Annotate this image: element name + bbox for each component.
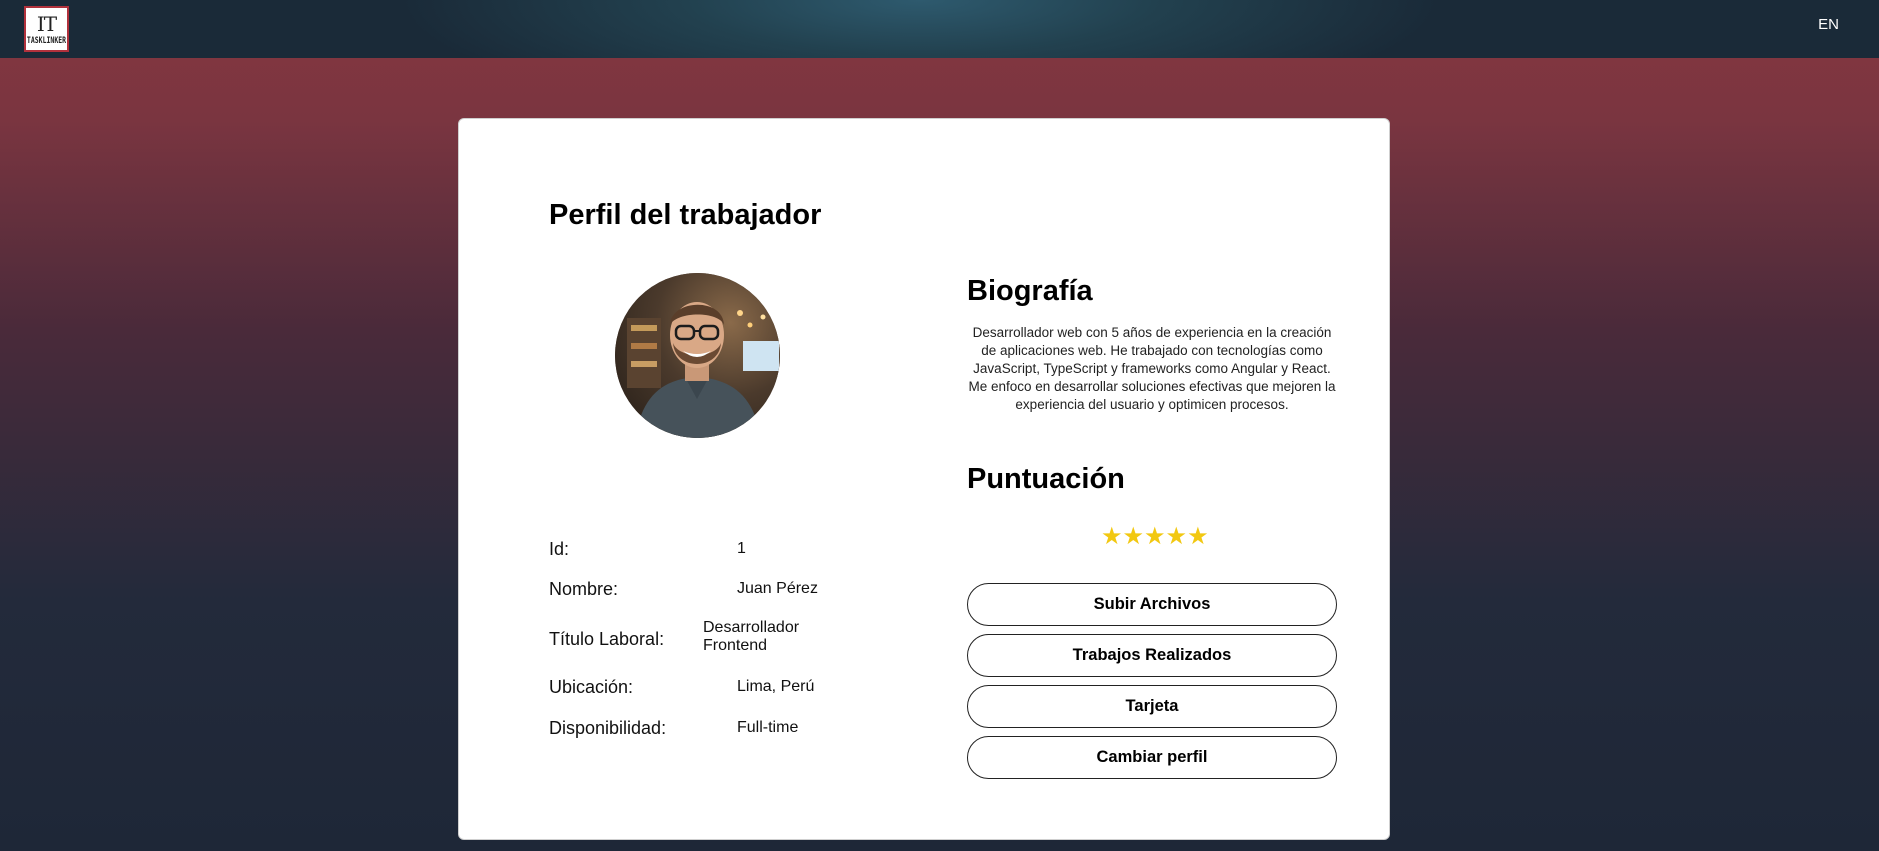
star-icon: ★ bbox=[1165, 523, 1188, 550]
profile-card: Perfil del trabajador Id: 1 Nombre: Juan… bbox=[458, 118, 1390, 840]
field-name-value: Juan Pérez bbox=[737, 580, 818, 597]
field-name-label: Nombre: bbox=[549, 579, 619, 599]
field-job-title-label: Título Laboral: bbox=[549, 629, 665, 649]
field-location: Ubicación: Lima, Perú bbox=[549, 677, 814, 698]
field-name: Nombre: Juan Pérez bbox=[549, 579, 818, 600]
avatar-photo-icon bbox=[615, 273, 780, 438]
avatar bbox=[615, 273, 780, 438]
logo-mark: IT bbox=[36, 11, 57, 36]
card-button[interactable]: Tarjeta bbox=[967, 685, 1337, 728]
upload-files-button[interactable]: Subir Archivos bbox=[967, 583, 1337, 626]
star-icon: ★ bbox=[1144, 523, 1166, 550]
field-id: Id: 1 bbox=[549, 539, 746, 560]
field-location-label: Ubicación: bbox=[549, 677, 634, 697]
field-job-title-line2: Frontend bbox=[703, 637, 768, 654]
field-job-title: Título Laboral: Desarrollador Frontend bbox=[549, 619, 799, 654]
field-id-label: Id: bbox=[549, 539, 570, 559]
star-icon: ★ bbox=[1101, 523, 1123, 550]
language-toggle[interactable]: EN bbox=[1818, 16, 1839, 33]
page-title: Perfil del trabajador bbox=[549, 199, 822, 231]
biography-text: Desarrollador web con 5 años de experien… bbox=[968, 325, 1336, 412]
star-rating: ★★★★★ bbox=[1101, 522, 1209, 551]
field-availability: Disponibilidad: Full-time bbox=[549, 718, 798, 739]
field-availability-label: Disponibilidad: bbox=[549, 718, 667, 738]
brand-logo[interactable]: IT TASKLINKER bbox=[24, 6, 69, 52]
biography-title: Biografía bbox=[967, 275, 1093, 307]
star-icon: ★ bbox=[1187, 523, 1209, 550]
logo-wordmark: TASKLINKER bbox=[26, 33, 67, 46]
field-id-value: 1 bbox=[737, 540, 746, 557]
field-job-title-value: Desarrollador Frontend bbox=[703, 619, 799, 655]
field-job-title-line1: Desarrollador bbox=[703, 619, 800, 636]
star-icon: ★ bbox=[1122, 523, 1145, 550]
top-navbar: IT TASKLINKER EN bbox=[0, 0, 1879, 58]
field-location-value: Lima, Perú bbox=[737, 678, 815, 695]
change-profile-button[interactable]: Cambiar perfil bbox=[967, 736, 1337, 779]
field-availability-value: Full-time bbox=[737, 719, 799, 736]
rating-title: Puntuación bbox=[967, 463, 1125, 495]
completed-works-button[interactable]: Trabajos Realizados bbox=[967, 634, 1337, 677]
